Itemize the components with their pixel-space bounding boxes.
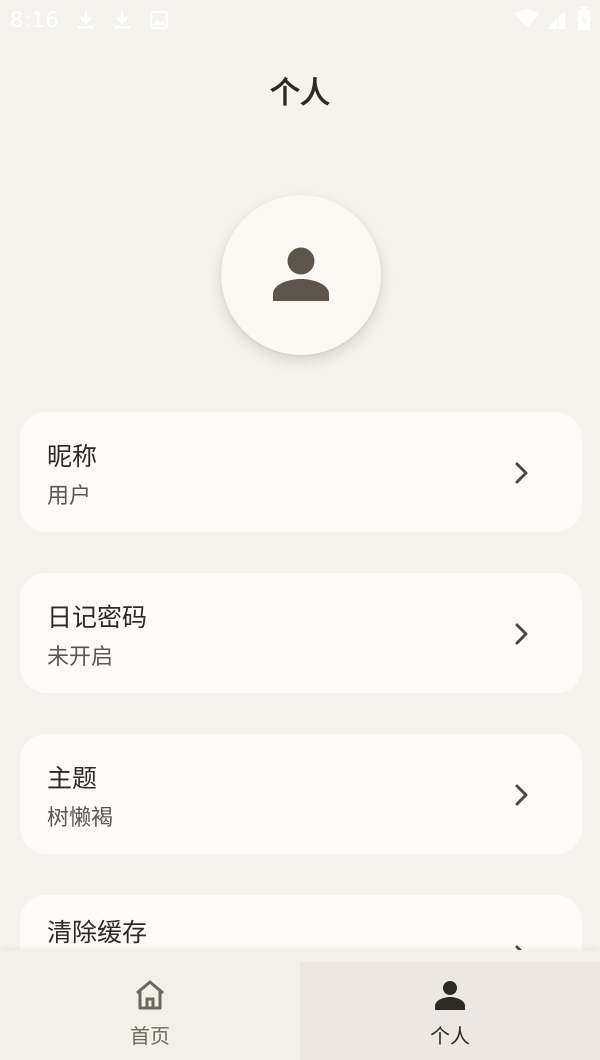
setting-label: 清除缓存 [47, 918, 148, 947]
download-icon [76, 9, 96, 31]
nav-label: 首页 [130, 1024, 170, 1048]
chevron-right-icon [515, 623, 528, 645]
avatar-button[interactable] [221, 195, 381, 355]
download-icon [112, 9, 132, 31]
home-icon [136, 980, 164, 1010]
setting-nickname[interactable]: 昵称 用户 [20, 412, 582, 532]
bottom-nav: 首页 个人 [0, 950, 600, 1060]
status-time: 8:16 [10, 8, 60, 32]
setting-value: 未开启 [47, 645, 114, 670]
chevron-right-icon [515, 784, 528, 806]
battery-icon [577, 7, 591, 31]
setting-diary-password[interactable]: 日记密码 未开启 [20, 573, 582, 693]
person-icon [435, 981, 465, 1010]
nav-item-home[interactable]: 首页 [0, 950, 300, 1060]
chevron-right-icon [515, 462, 528, 484]
nav-item-profile[interactable]: 个人 [300, 950, 600, 1060]
screen: 8:16 个人 昵称 用户 日记密码 未开启 主题 树懒褐 清除缓存 首页 个人 [0, 0, 600, 1060]
setting-value: 用户 [47, 484, 92, 509]
signal-icon [545, 9, 567, 31]
nav-label: 个人 [430, 1024, 470, 1048]
setting-label: 昵称 [47, 442, 98, 471]
person-icon [273, 247, 329, 301]
setting-theme[interactable]: 主题 树懒褐 [20, 734, 582, 854]
page-title: 个人 [270, 76, 330, 111]
setting-value: 树懒褐 [47, 806, 114, 831]
image-icon [149, 9, 169, 31]
setting-label: 主题 [47, 764, 98, 793]
setting-label: 日记密码 [47, 603, 148, 632]
status-bar: 8:16 [0, 0, 600, 40]
wifi-icon [514, 8, 540, 30]
